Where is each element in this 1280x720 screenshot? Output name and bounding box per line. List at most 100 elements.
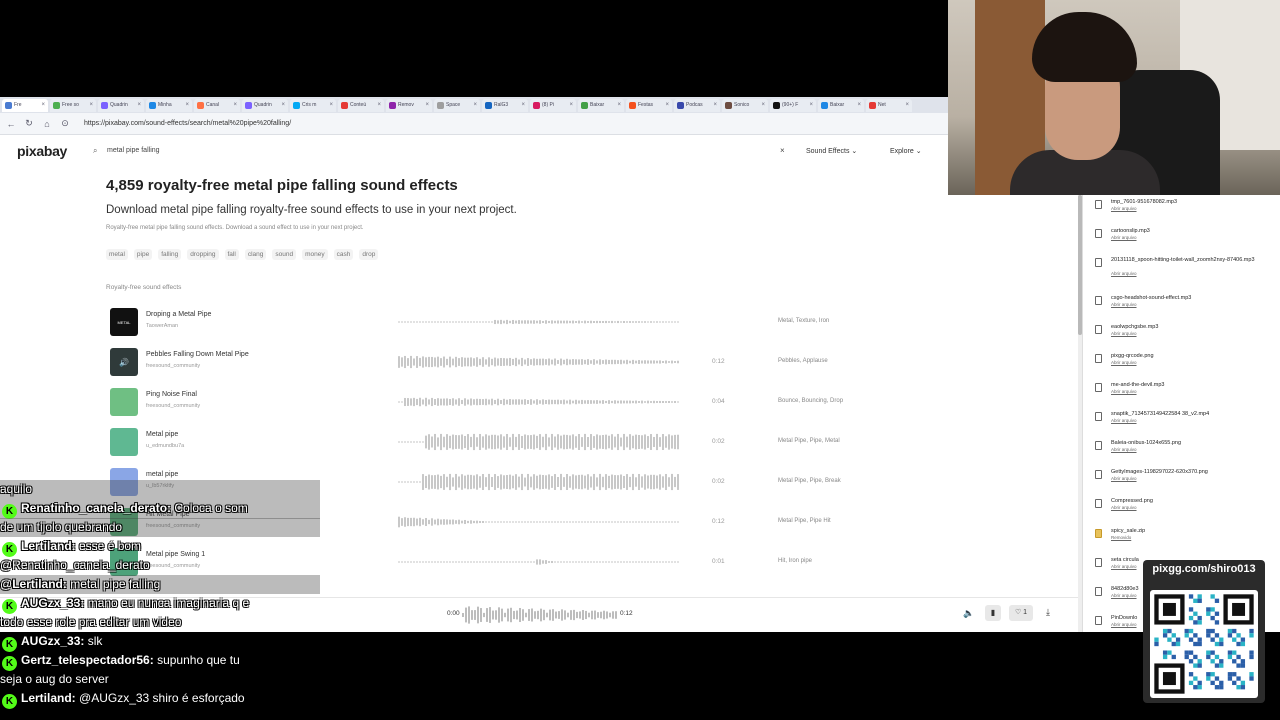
tab-close-icon[interactable]: ×	[233, 102, 237, 108]
browser-tab[interactable]: RalG3 ×	[482, 98, 528, 112]
download-filename[interactable]: 20131118_spoon-hitting-toilet-wall_zoomh…	[1111, 257, 1261, 264]
search-input[interactable]: metal pipe falling	[107, 147, 160, 154]
tag-chip[interactable]: clang	[244, 249, 267, 260]
browser-tab[interactable]: Conteú ×	[338, 98, 384, 112]
download-status-link[interactable]: Abrir arquivo	[1111, 271, 1137, 276]
sound-author[interactable]: freesound_community	[146, 563, 200, 569]
browser-tab[interactable]: Quadrin ×	[242, 98, 288, 112]
sound-tags[interactable]: Metal, Texture, Iron	[778, 318, 829, 324]
download-filename[interactable]: Baleia-onibus-1024x655.png	[1111, 440, 1181, 447]
site-info-icon[interactable]: ⊙	[60, 118, 70, 129]
download-filename[interactable]: cartoonslip.mp3	[1111, 228, 1150, 235]
sound-waveform[interactable]	[398, 312, 680, 332]
explore-dropdown[interactable]: Explore ⌄	[890, 147, 922, 155]
sound-waveform[interactable]	[398, 512, 680, 532]
tab-close-icon[interactable]: ×	[137, 102, 141, 108]
player-waveform[interactable]	[462, 604, 617, 626]
download-filename[interactable]: spicy_sale.zip	[1111, 528, 1145, 535]
browser-tab[interactable]: (90+) F ×	[770, 98, 816, 112]
category-dropdown[interactable]: Sound Effects ⌄	[806, 147, 857, 155]
browser-tab[interactable]: Minha ×	[146, 98, 192, 112]
download-filename[interactable]: csgo-headshot-sound-effect.mp3	[1111, 295, 1191, 302]
pixabay-logo[interactable]: pixabay	[17, 143, 67, 159]
browser-tab[interactable]: Canal ×	[194, 98, 240, 112]
tag-chip[interactable]: drop	[359, 249, 379, 260]
download-status-link[interactable]: Abrir arquivo	[1111, 360, 1137, 365]
download-filename[interactable]: GettyImages-1198297022-620x370.png	[1111, 469, 1208, 476]
tab-close-icon[interactable]: ×	[281, 102, 285, 108]
tab-close-icon[interactable]: ×	[521, 102, 525, 108]
sound-tags[interactable]: Metal Pipe, Pipe, Break	[778, 478, 841, 484]
tab-close-icon[interactable]: ×	[473, 102, 477, 108]
download-filename[interactable]: pixgg-qrcode.png	[1111, 353, 1154, 360]
tab-close-icon[interactable]: ×	[905, 102, 909, 108]
download-filename[interactable]: PinDownlo	[1111, 615, 1137, 622]
sound-author[interactable]: freesound_community	[146, 403, 200, 409]
player-download-icon[interactable]: ⤓	[1046, 607, 1050, 618]
sound-waveform[interactable]	[398, 432, 680, 452]
volume-icon[interactable]: 🔈	[963, 608, 974, 619]
like-button[interactable]: ♡ 1	[1009, 605, 1033, 621]
download-filename[interactable]: seta circula	[1111, 557, 1139, 564]
tab-close-icon[interactable]: ×	[329, 102, 333, 108]
tab-close-icon[interactable]: ×	[761, 102, 765, 108]
browser-tab[interactable]: Space ×	[434, 98, 480, 112]
browser-tab[interactable]: Baixar ×	[578, 98, 624, 112]
browser-tab[interactable]: Quadrin ×	[98, 98, 144, 112]
tag-chip[interactable]: pipe	[133, 249, 153, 260]
download-filename[interactable]: eaolwpchgsbe.mp3	[1111, 324, 1158, 331]
sound-row[interactable]: Ping Noise Final freesound_community 0:04 B…	[0, 388, 948, 428]
tab-close-icon[interactable]: ×	[377, 102, 381, 108]
tab-close-icon[interactable]: ×	[857, 102, 861, 108]
browser-tab[interactable]: Sonico ×	[722, 98, 768, 112]
browser-tab[interactable]: Cris m ×	[290, 98, 336, 112]
sound-title[interactable]: Pebbles Falling Down Metal Pipe	[146, 351, 249, 358]
download-filename[interactable]: snaptik_7134573149422584 38_v2.mp4	[1111, 411, 1209, 418]
sound-tags[interactable]: Metal Pipe, Pipe, Metal	[778, 438, 840, 444]
tab-close-icon[interactable]: ×	[809, 102, 813, 108]
sound-thumbnail[interactable]	[110, 388, 138, 416]
tab-close-icon[interactable]: ×	[425, 102, 429, 108]
sound-author[interactable]: u_edmundbu7a	[146, 443, 184, 449]
clear-search-icon[interactable]: ×	[780, 146, 785, 155]
sound-thumbnail[interactable]: METAL	[110, 308, 138, 336]
reload-icon[interactable]: ↻	[24, 118, 34, 129]
tab-close-icon[interactable]: ×	[713, 102, 717, 108]
sound-title[interactable]: metal pipe	[146, 471, 178, 478]
sound-tags[interactable]: Hit, Iron pipe	[778, 558, 812, 564]
download-status-link[interactable]: Abrir arquivo	[1111, 331, 1137, 336]
back-icon[interactable]: ←	[6, 119, 16, 129]
home-icon[interactable]: ⌂	[42, 119, 52, 129]
tag-chip[interactable]: falling	[158, 249, 182, 260]
browser-tab[interactable]: Baixar ×	[818, 98, 864, 112]
download-status-link[interactable]: Abrir arquivo	[1111, 505, 1137, 510]
tab-close-icon[interactable]: ×	[617, 102, 621, 108]
sound-title[interactable]: Droping a Metal Pipe	[146, 311, 211, 318]
sound-thumbnail[interactable]	[110, 428, 138, 456]
tab-close-icon[interactable]: ×	[665, 102, 669, 108]
download-filename[interactable]: tmp_7601-951678082.mp3	[1111, 199, 1177, 206]
download-status-link[interactable]: Abrir arquivo	[1111, 564, 1137, 569]
download-status-link[interactable]: Abrir arquivo	[1111, 418, 1137, 423]
download-filename[interactable]: 8482d80e3	[1111, 586, 1139, 593]
tag-chip[interactable]: money	[302, 249, 328, 260]
save-collection-button[interactable]: ▮	[985, 605, 1001, 621]
browser-tab[interactable]: Fre ×	[2, 98, 48, 112]
tab-close-icon[interactable]: ×	[41, 102, 45, 108]
sound-tags[interactable]: Pebbles, Applause	[778, 358, 828, 364]
download-status-link[interactable]: Abrir arquivo	[1111, 389, 1137, 394]
url-field[interactable]: https://pixabay.com/sound-effects/search…	[84, 120, 291, 127]
download-status-link[interactable]: Abrir arquivo	[1111, 622, 1137, 627]
download-filename[interactable]: Compressed.png	[1111, 498, 1153, 505]
sound-title[interactable]: Metal pipe Swing 1	[146, 551, 205, 558]
sound-author[interactable]: freesound_community	[146, 363, 200, 369]
sound-waveform[interactable]	[398, 472, 680, 492]
browser-tab[interactable]: Podcas ×	[674, 98, 720, 112]
download-status-link[interactable]: Removido	[1111, 535, 1131, 540]
sound-waveform[interactable]	[398, 552, 680, 572]
download-status-link[interactable]: Abrir arquivo	[1111, 476, 1137, 481]
download-status-link[interactable]: Abrir arquivo	[1111, 593, 1137, 598]
sound-waveform[interactable]	[398, 392, 680, 412]
tag-chip[interactable]: sound	[272, 249, 297, 260]
sound-row[interactable]: 🔊 Pebbles Falling Down Metal Pipe freesoun…	[0, 348, 948, 388]
